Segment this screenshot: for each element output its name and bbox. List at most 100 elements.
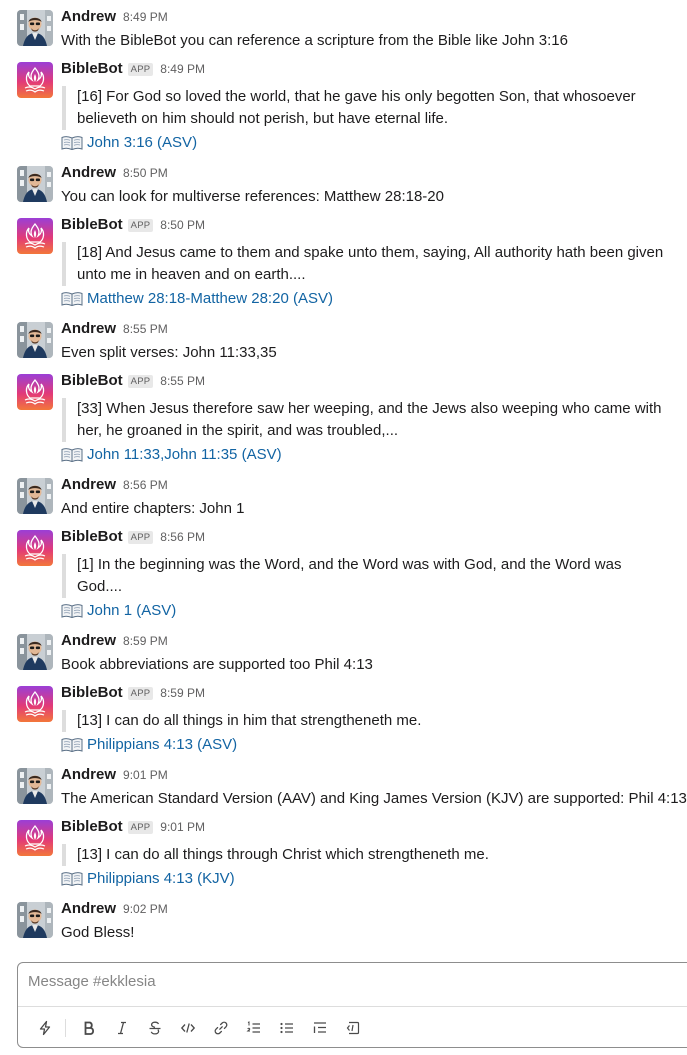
quote-line: [18] And Jesus came to them and spake un… <box>77 244 664 261</box>
message-text: You can look for multiverse references: … <box>61 188 444 205</box>
open-book-icon <box>61 291 83 307</box>
scripture-link[interactable]: Philippians 4:13 (ASV) <box>61 734 237 756</box>
message-text: God Bless! <box>61 924 135 941</box>
code-block-icon[interactable] <box>336 1015 369 1041</box>
quote-line: God.... <box>77 578 123 595</box>
quote-line: [13] I can do all things in him that str… <box>77 712 422 729</box>
author-name[interactable]: Andrew <box>61 632 116 649</box>
open-book-icon <box>61 603 83 619</box>
app-badge: APP <box>127 531 154 544</box>
scripture-link[interactable]: John 11:33,John 11:35 (ASV) <box>61 444 282 466</box>
author-name[interactable]: Andrew <box>61 8 116 25</box>
code-icon[interactable] <box>171 1015 204 1041</box>
timestamp[interactable]: 8:49 PM <box>160 62 205 76</box>
author-name[interactable]: BibleBot <box>61 528 123 545</box>
quote-line: [13] I can do all things through Christ … <box>77 846 489 863</box>
author-name[interactable]: BibleBot <box>61 372 123 389</box>
author-name[interactable]: Andrew <box>61 766 116 783</box>
quote-line: [16] For God so loved the world, that he… <box>77 88 636 105</box>
author-name[interactable]: BibleBot <box>61 818 123 835</box>
app-badge: APP <box>127 687 154 700</box>
scripture-link-label[interactable]: John 11:33,John 11:35 (ASV) <box>87 444 282 466</box>
shortcuts-icon[interactable] <box>28 1015 61 1041</box>
app-badge: APP <box>127 63 154 76</box>
quote-line: [1] In the beginning was the Word, and t… <box>77 556 622 573</box>
app-badge: APP <box>127 375 154 388</box>
quote-line: [33] When Jesus therefore saw her weepin… <box>77 400 662 417</box>
open-book-icon <box>61 737 83 753</box>
avatar-biblebot[interactable] <box>17 530 53 566</box>
scripture-link-label[interactable]: John 3:16 (ASV) <box>87 132 197 154</box>
message-text: Even split verses: John 11:33,35 <box>61 344 277 361</box>
author-name[interactable]: BibleBot <box>61 216 123 233</box>
avatar-biblebot[interactable] <box>17 686 53 722</box>
author-name[interactable]: BibleBot <box>61 684 123 701</box>
open-book-icon <box>61 447 83 463</box>
open-book-icon <box>61 871 83 887</box>
scripture-quote: [33] When Jesus therefore saw her weepin… <box>62 398 662 442</box>
message-text: With the BibleBot you can reference a sc… <box>61 32 568 49</box>
scripture-quote: [1] In the beginning was the Word, and t… <box>62 554 662 598</box>
app-badge: APP <box>127 219 154 232</box>
timestamp[interactable]: 8:50 PM <box>160 218 205 232</box>
timestamp[interactable]: 8:55 PM <box>160 374 205 388</box>
message-list: Andrew 8:49 PM With the BibleBot you can… <box>0 0 687 956</box>
message-input[interactable]: Message #ekklesia <box>28 973 156 990</box>
timestamp[interactable]: 8:59 PM <box>123 634 168 648</box>
avatar-biblebot[interactable] <box>17 62 53 98</box>
scripture-link[interactable]: Philippians 4:13 (KJV) <box>61 868 235 890</box>
avatar-biblebot[interactable] <box>17 820 53 856</box>
timestamp[interactable]: 9:02 PM <box>123 902 168 916</box>
message-text: And entire chapters: John 1 <box>61 500 245 517</box>
avatar-biblebot[interactable] <box>17 374 53 410</box>
author-name[interactable]: Andrew <box>61 320 116 337</box>
author-name[interactable]: BibleBot <box>61 60 123 77</box>
scripture-link[interactable]: John 1 (ASV) <box>61 600 176 622</box>
avatar-andrew[interactable] <box>17 10 53 46</box>
avatar-andrew[interactable] <box>17 634 53 670</box>
author-name[interactable]: Andrew <box>61 164 116 181</box>
ordered-list-icon[interactable] <box>237 1015 270 1041</box>
scripture-quote: [13] I can do all things in him that str… <box>62 710 662 732</box>
open-book-icon <box>61 135 83 151</box>
avatar-andrew[interactable] <box>17 768 53 804</box>
strikethrough-icon[interactable] <box>138 1015 171 1041</box>
avatar-biblebot[interactable] <box>17 218 53 254</box>
scripture-quote: [13] I can do all things through Christ … <box>62 844 662 866</box>
timestamp[interactable]: 8:56 PM <box>160 530 205 544</box>
author-name[interactable]: Andrew <box>61 900 116 917</box>
scripture-link-label[interactable]: Philippians 4:13 (ASV) <box>87 734 237 756</box>
avatar-andrew[interactable] <box>17 166 53 202</box>
timestamp[interactable]: 8:55 PM <box>123 322 168 336</box>
app-badge: APP <box>127 821 154 834</box>
scripture-link[interactable]: Matthew 28:18-Matthew 28:20 (ASV) <box>61 288 333 310</box>
quote-line: believeth on him should not perish, but … <box>77 110 449 127</box>
timestamp[interactable]: 8:56 PM <box>123 478 168 492</box>
avatar-andrew[interactable] <box>17 478 53 514</box>
link-icon[interactable] <box>204 1015 237 1041</box>
scripture-link-label[interactable]: Matthew 28:18-Matthew 28:20 (ASV) <box>87 288 333 310</box>
scripture-link[interactable]: John 3:16 (ASV) <box>61 132 197 154</box>
message-composer[interactable]: Message #ekklesia <box>17 962 687 1048</box>
blockquote-icon[interactable] <box>303 1015 336 1041</box>
avatar-andrew[interactable] <box>17 902 53 938</box>
timestamp[interactable]: 8:59 PM <box>160 686 205 700</box>
bulleted-list-icon[interactable] <box>270 1015 303 1041</box>
italic-icon[interactable] <box>105 1015 138 1041</box>
timestamp[interactable]: 8:49 PM <box>123 10 168 24</box>
timestamp[interactable]: 8:50 PM <box>123 166 168 180</box>
avatar-andrew[interactable] <box>17 322 53 358</box>
quote-line: unto me in heaven and on earth.... <box>77 266 306 283</box>
composer-divider <box>18 1006 687 1007</box>
timestamp[interactable]: 9:01 PM <box>160 820 205 834</box>
scripture-link-label[interactable]: John 1 (ASV) <box>87 600 176 622</box>
bold-icon[interactable] <box>72 1015 105 1041</box>
author-name[interactable]: Andrew <box>61 476 116 493</box>
scripture-link-label[interactable]: Philippians 4:13 (KJV) <box>87 868 235 890</box>
timestamp[interactable]: 9:01 PM <box>123 768 168 782</box>
quote-line: her, he groaned in the spirit, and was t… <box>77 422 399 439</box>
message-text: Book abbreviations are supported too Phi… <box>61 656 373 673</box>
message-text: The American Standard Version (AAV) and … <box>61 790 687 807</box>
scripture-quote: [18] And Jesus came to them and spake un… <box>62 242 664 286</box>
formatting-toolbar <box>28 1015 369 1041</box>
